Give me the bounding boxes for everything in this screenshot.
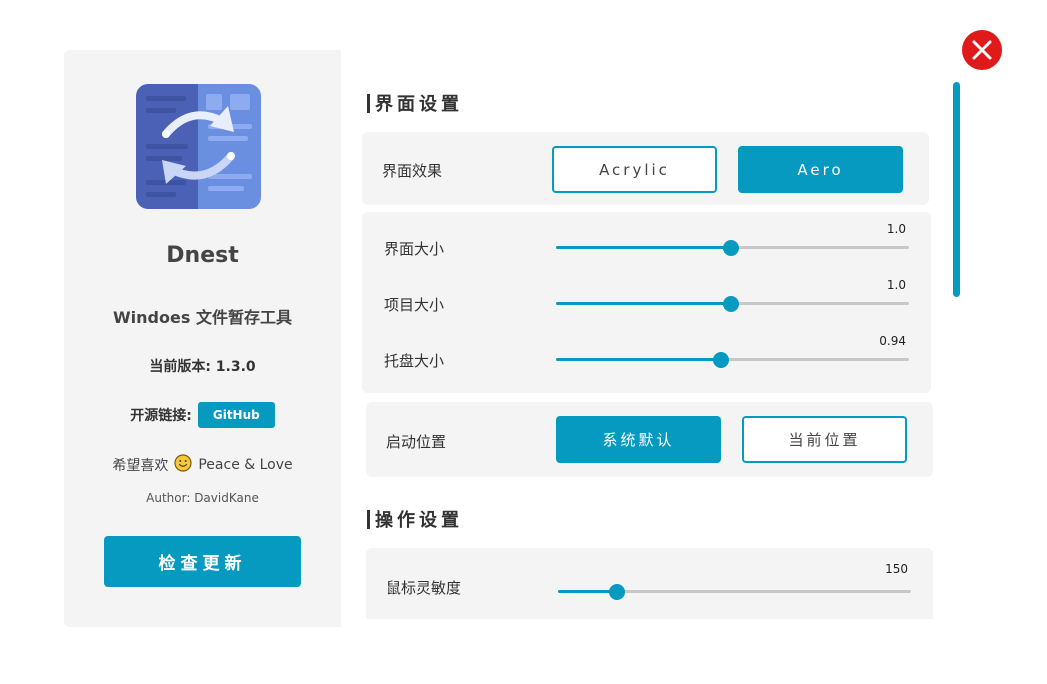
app-logo-icon [136, 84, 261, 209]
slider-value-item-size: 1.0 [886, 278, 906, 292]
source-link-label: 开源链接: [130, 408, 192, 424]
sensitivity-value: 150 [885, 562, 908, 576]
version-text: 当前版本: 1.3.0 [149, 359, 256, 375]
effect-card: 界面效果 Acrylic Aero [362, 132, 929, 205]
check-update-button[interactable]: 检查更新 [104, 536, 301, 587]
close-button[interactable] [962, 30, 1002, 70]
startup-card: 启动位置 系统默认 当前位置 [366, 402, 933, 477]
sensitivity-card: 鼠标灵敏度 150 [366, 548, 933, 619]
source-link-row: 开源链接: GitHub [64, 402, 341, 428]
slider-thumb[interactable] [608, 584, 625, 600]
slider-thumb[interactable] [712, 352, 729, 368]
section-title-interface: 界面设置 [367, 90, 463, 116]
size-card: 界面大小 1.0 项目大小 1.0 托盘大小 0.94 [362, 212, 931, 393]
effect-option-aero[interactable]: Aero [738, 146, 903, 193]
sensitivity-label: 鼠标灵敏度 [386, 579, 462, 597]
github-button[interactable]: GitHub [197, 402, 275, 428]
slider-label-item-size: 项目大小 [384, 296, 445, 314]
section-bar [367, 94, 370, 113]
section-title-operation: 操作设置 [367, 506, 463, 532]
love-prefix: 希望喜欢 [112, 458, 169, 474]
app-subtitle: Windoes 文件暂存工具 [113, 308, 292, 327]
slider-interface-size[interactable] [556, 238, 909, 258]
author-text: Author: DavidKane [146, 491, 259, 505]
love-row: 希望喜欢 Peace & Love [64, 454, 341, 476]
close-icon [972, 40, 992, 60]
app-name: Dnest [166, 243, 239, 268]
slider-thumb[interactable] [722, 296, 739, 312]
about-panel: Dnest Windoes 文件暂存工具 当前版本: 1.3.0 开源链接: G… [64, 50, 341, 627]
slider-value-tray-size: 0.94 [879, 334, 906, 348]
startup-option-current[interactable]: 当前位置 [742, 416, 907, 463]
slider-thumb[interactable] [722, 240, 739, 256]
slider-item-size[interactable] [556, 294, 909, 314]
slider-label-tray-size: 托盘大小 [384, 352, 445, 370]
effect-option-acrylic[interactable]: Acrylic [552, 146, 717, 193]
slider-label-interface-size: 界面大小 [384, 240, 445, 258]
startup-option-default[interactable]: 系统默认 [556, 416, 721, 463]
slider-mouse-sensitivity[interactable] [558, 582, 911, 602]
slider-value-interface-size: 1.0 [886, 222, 906, 236]
smile-icon [174, 454, 192, 476]
section-bar [367, 510, 370, 529]
love-suffix: Peace & Love [198, 457, 293, 473]
scrollbar-thumb[interactable] [953, 82, 960, 297]
startup-label: 启动位置 [386, 433, 447, 451]
slider-tray-size[interactable] [556, 350, 909, 370]
effect-label: 界面效果 [382, 162, 443, 180]
